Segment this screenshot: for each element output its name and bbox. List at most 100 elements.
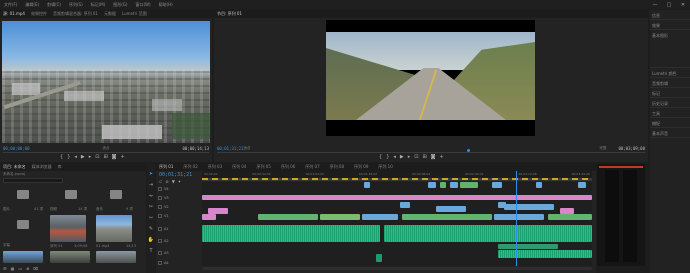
video-clip[interactable] (258, 214, 318, 220)
menu-sequence[interactable]: 序列(S) (69, 2, 83, 8)
video-clip[interactable] (428, 182, 436, 188)
add-icon[interactable]: + (121, 154, 125, 160)
step-forward-icon[interactable]: ▸ (89, 154, 92, 160)
tab-sequence-07[interactable]: 序列 07 (305, 164, 319, 170)
track-select-icon[interactable]: ⇥ (149, 182, 153, 188)
snap-icon[interactable]: ⊂ (159, 179, 162, 184)
new-item-icon[interactable]: ⊕ (26, 266, 29, 271)
track-header-v3[interactable]: V3 (156, 194, 198, 202)
video-clip[interactable] (202, 214, 216, 220)
tab-metadata[interactable]: 元数据 (104, 11, 116, 17)
camera-icon[interactable]: ◙ (431, 154, 436, 160)
panel-capture[interactable]: 捕捉 (650, 118, 690, 128)
timeline-timecode[interactable]: 00;01;31;21 (159, 172, 192, 178)
track-header-v1[interactable]: V1 (156, 212, 198, 220)
slip-tool-icon[interactable]: ⇿ (149, 215, 153, 221)
audio-clip[interactable] (498, 250, 592, 258)
hand-tool-icon[interactable]: ✋ (148, 237, 154, 243)
timeline-scrollbar[interactable] (202, 267, 592, 270)
mark-in-icon[interactable]: { (379, 154, 382, 160)
graphics-clip[interactable] (202, 195, 592, 200)
timeline-ruler[interactable]: 00;00;00 00;00;32;00 00;01;04;02 00;01;3… (202, 171, 592, 181)
trash-icon[interactable]: ⌧ (34, 266, 39, 271)
source-timecode[interactable]: 00;00;00;00 (3, 146, 30, 151)
folder-icon[interactable] (65, 190, 77, 199)
marker-icon[interactable]: ▼ (172, 179, 175, 184)
video-clip[interactable] (492, 182, 502, 188)
tab-effect-controls[interactable]: 效果控件 (31, 11, 47, 17)
video-clip[interactable] (320, 214, 360, 220)
panel-essential-sound[interactable]: 基本声音 (650, 128, 690, 138)
folder-icon[interactable] (17, 220, 29, 229)
tab-project[interactable]: 项目: 未命名 (3, 164, 26, 170)
program-fit[interactable]: 适合 (244, 146, 251, 151)
video-clip[interactable] (460, 182, 478, 188)
linked-icon[interactable]: ⊘ (165, 179, 168, 184)
tab-sequence-01[interactable]: 序列 01 (159, 164, 173, 170)
video-clip[interactable] (402, 214, 492, 220)
new-bin-icon[interactable]: ▭ (18, 266, 22, 271)
mark-in-icon[interactable]: { (60, 154, 63, 160)
type-tool-icon[interactable]: T (149, 248, 152, 254)
track-header-a1[interactable]: A1 (156, 225, 198, 233)
video-clip[interactable] (494, 214, 544, 220)
tab-media-browser[interactable]: 媒体浏览器 (32, 164, 52, 170)
tab-program[interactable]: 节目: 序列 01 (217, 11, 242, 17)
ripple-edit-icon[interactable]: ⟛ (149, 193, 154, 199)
lift-icon[interactable]: ⊡ (414, 154, 418, 160)
tab-libraries[interactable]: 库 (58, 164, 62, 170)
program-quality[interactable]: 完整 (600, 146, 607, 151)
folder-icon[interactable] (110, 190, 122, 199)
tab-sequence-02[interactable]: 序列 02 (183, 164, 197, 170)
folder-icon[interactable] (17, 190, 29, 199)
panel-history[interactable]: 历史记录 (650, 98, 690, 108)
clip-thumbnail[interactable] (3, 251, 43, 263)
overwrite-icon[interactable]: ⊞ (103, 154, 107, 160)
video-clip[interactable] (436, 206, 466, 212)
panel-markers[interactable]: 标记 (650, 88, 690, 98)
clip-thumbnail[interactable] (50, 251, 90, 263)
video-clip[interactable] (504, 204, 554, 210)
track-header-a3[interactable]: A3 (156, 249, 198, 257)
step-back-icon[interactable]: ◂ (74, 154, 77, 160)
tab-sequence-10[interactable]: 序列 10 (378, 164, 392, 170)
panel-info[interactable]: 信息 (650, 10, 690, 20)
maximize-icon[interactable]: □ (662, 0, 676, 9)
panel-lumetri-color[interactable]: Lumetri 颜色 (650, 68, 690, 78)
tab-sequence-04[interactable]: 序列 04 (232, 164, 246, 170)
menu-file[interactable]: 文件(F) (4, 2, 17, 8)
video-clip[interactable] (536, 182, 542, 188)
extract-icon[interactable]: ⊞ (422, 154, 426, 160)
video-clip[interactable] (548, 214, 592, 220)
video-clip[interactable] (578, 182, 586, 188)
program-scrubber[interactable] (217, 152, 645, 153)
timeline-tracks[interactable] (202, 171, 592, 266)
clip-thumbnail[interactable] (96, 215, 132, 242)
pen-tool-icon[interactable]: ✎ (149, 226, 153, 232)
icon-view-icon[interactable]: ▦ (11, 266, 15, 271)
clip-thumbnail[interactable] (96, 251, 136, 263)
video-clip[interactable] (362, 214, 398, 220)
track-header-a4[interactable]: A4 (156, 259, 198, 267)
program-timecode[interactable]: 00;01;31;21 (217, 146, 244, 151)
video-clip[interactable] (364, 182, 370, 188)
audio-clip[interactable] (498, 244, 558, 249)
audio-clip[interactable] (376, 254, 382, 262)
audio-clip[interactable] (202, 225, 380, 242)
menu-window[interactable]: 窗口(W) (135, 2, 150, 8)
panel-effects[interactable]: 效果 (650, 20, 690, 30)
tab-lumetri-scopes[interactable]: Lumetri 范围 (122, 11, 147, 17)
mark-out-icon[interactable]: } (67, 154, 70, 160)
tab-sequence-03[interactable]: 序列 03 (208, 164, 222, 170)
tab-sequence-05[interactable]: 序列 05 (257, 164, 271, 170)
track-header-a2[interactable]: A2 (156, 237, 198, 245)
insert-icon[interactable]: ⊡ (95, 154, 99, 160)
selection-tool-icon[interactable]: ➤ (149, 171, 153, 177)
tab-sequence-09[interactable]: 序列 09 (354, 164, 368, 170)
track-header-v4[interactable]: V4 (156, 185, 198, 193)
add-icon[interactable]: + (440, 154, 444, 160)
menu-help[interactable]: 帮助(H) (159, 2, 173, 8)
list-view-icon[interactable]: ☰ (3, 266, 7, 271)
play-icon[interactable]: ▶ (81, 154, 85, 160)
camera-icon[interactable]: ◙ (112, 154, 117, 160)
